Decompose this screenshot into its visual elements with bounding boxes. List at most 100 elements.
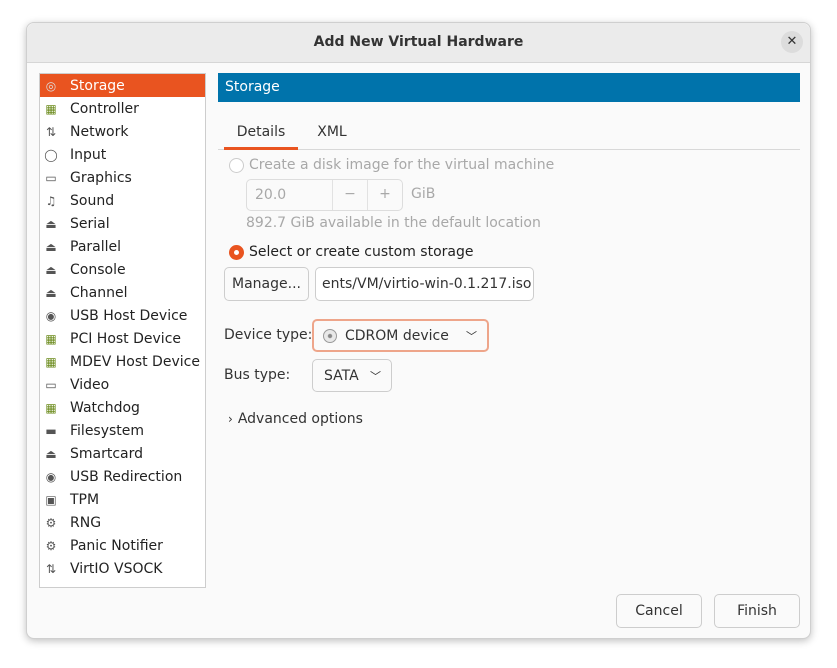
panel-header: Storage bbox=[218, 73, 800, 102]
port-icon: ⏏ bbox=[45, 239, 57, 254]
bus-type-dropdown[interactable]: SATA ﹀ bbox=[312, 359, 392, 392]
create-disk-label: Create a disk image for the virtual mach… bbox=[249, 157, 555, 173]
sidebar-item-usb-redirection[interactable]: ◉ USB Redirection bbox=[40, 465, 205, 488]
chevron-down-icon: ﹀ bbox=[370, 369, 381, 383]
advanced-options-label: Advanced options bbox=[237, 411, 363, 427]
sidebar-item-label: Serial bbox=[70, 215, 110, 232]
manage-button[interactable]: Manage... bbox=[224, 267, 309, 301]
sidebar-item-console[interactable]: ⏏ Console bbox=[40, 258, 205, 281]
sidebar-item-label: Panic Notifier bbox=[70, 537, 163, 554]
monitor-icon: ▭ bbox=[45, 377, 57, 392]
custom-storage-label: Select or create custom storage bbox=[249, 244, 474, 260]
dialog-title: Add New Virtual Hardware bbox=[313, 34, 524, 50]
port-icon: ⏏ bbox=[45, 446, 57, 461]
sidebar-item-sound[interactable]: ♫ Sound bbox=[40, 189, 205, 212]
title-bar: Add New Virtual Hardware ✕ bbox=[27, 23, 810, 63]
cancel-button[interactable]: Cancel bbox=[616, 594, 702, 628]
sidebar-item-label: Graphics bbox=[70, 169, 132, 186]
folder-icon: ▬ bbox=[45, 423, 57, 438]
card-icon: ▦ bbox=[45, 354, 57, 369]
cdrom-icon bbox=[323, 328, 337, 343]
sidebar-item-label: PCI Host Device bbox=[70, 330, 182, 347]
sidebar-item-label: Video bbox=[70, 376, 110, 393]
sidebar-item-label: RNG bbox=[70, 514, 102, 531]
sidebar-item-virtio-vsock[interactable]: ⇅ VirtIO VSOCK bbox=[40, 557, 205, 580]
card-icon: ▦ bbox=[45, 400, 57, 415]
sidebar-item-network[interactable]: ⇅ Network bbox=[40, 120, 205, 143]
disk-size-spinner[interactable]: 20.0 − + bbox=[246, 179, 403, 211]
monitor-icon: ▭ bbox=[45, 170, 57, 185]
sidebar-item-video[interactable]: ▭ Video bbox=[40, 373, 205, 396]
network-icon: ⇅ bbox=[45, 124, 57, 139]
sidebar-item-serial[interactable]: ⏏ Serial bbox=[40, 212, 205, 235]
sidebar-item-label: Parallel bbox=[70, 238, 122, 255]
device-type-label: Device type: bbox=[224, 327, 313, 343]
bus-type-label: Bus type: bbox=[224, 367, 291, 383]
chevron-right-icon: › bbox=[228, 412, 233, 426]
sidebar-item-label: Input bbox=[70, 146, 107, 163]
sidebar-item-usb-host-device[interactable]: ◉ USB Host Device bbox=[40, 304, 205, 327]
details-panel: Storage Details XML Create a disk image … bbox=[218, 73, 800, 588]
finish-button[interactable]: Finish bbox=[714, 594, 800, 628]
create-disk-radio[interactable] bbox=[229, 158, 244, 173]
disk-icon: ◎ bbox=[45, 78, 57, 93]
port-icon: ⏏ bbox=[45, 262, 57, 277]
sidebar-item-label: Smartcard bbox=[70, 445, 144, 462]
sidebar-item-label: Filesystem bbox=[70, 422, 145, 439]
sidebar-item-label: USB Redirection bbox=[70, 468, 183, 485]
sidebar-item-filesystem[interactable]: ▬ Filesystem bbox=[40, 419, 205, 442]
sidebar-item-storage[interactable]: ◎ Storage bbox=[40, 74, 205, 97]
sidebar-item-panic-notifier[interactable]: ⚙ Panic Notifier bbox=[40, 534, 205, 557]
sidebar-item-controller[interactable]: ▦ Controller bbox=[40, 97, 205, 120]
sidebar-item-label: Console bbox=[70, 261, 126, 278]
sidebar-item-rng[interactable]: ⚙ RNG bbox=[40, 511, 205, 534]
sidebar-item-label: Sound bbox=[70, 192, 115, 209]
sidebar-item-graphics[interactable]: ▭ Graphics bbox=[40, 166, 205, 189]
disk-size-input[interactable]: 20.0 bbox=[247, 180, 332, 210]
mouse-icon: ◯ bbox=[44, 147, 58, 162]
tab-xml[interactable]: XML bbox=[308, 121, 356, 150]
sidebar-item-label: TPM bbox=[70, 491, 100, 508]
music-icon: ♫ bbox=[45, 193, 57, 208]
dialog-window: Add New Virtual Hardware ✕ ◎ Storage ▦ Cont… bbox=[26, 22, 811, 639]
network-icon: ⇅ bbox=[45, 561, 57, 576]
sidebar-item-pci-host-device[interactable]: ▦ PCI Host Device bbox=[40, 327, 205, 350]
chevron-down-icon: ﹀ bbox=[466, 329, 477, 343]
sidebar-item-input[interactable]: ◯ Input bbox=[40, 143, 205, 166]
card-icon: ▦ bbox=[45, 101, 57, 116]
sidebar-item-channel[interactable]: ⏏ Channel bbox=[40, 281, 205, 304]
sidebar-item-mdev-host-device[interactable]: ▦ MDEV Host Device bbox=[40, 350, 205, 373]
sidebar-item-label: Controller bbox=[70, 100, 139, 117]
tab-details[interactable]: Details bbox=[224, 121, 298, 150]
advanced-options-expander[interactable]: › Advanced options bbox=[228, 411, 363, 427]
sidebar-item-label: VirtIO VSOCK bbox=[70, 560, 163, 577]
sidebar-item-tpm[interactable]: ▣ TPM bbox=[40, 488, 205, 511]
close-icon[interactable]: ✕ bbox=[781, 31, 803, 53]
port-icon: ⏏ bbox=[45, 216, 57, 231]
sidebar-item-watchdog[interactable]: ▦ Watchdog bbox=[40, 396, 205, 419]
gears-icon: ⚙ bbox=[45, 538, 57, 553]
tab-bar: Details XML bbox=[218, 121, 800, 150]
hardware-list: ◎ Storage ▦ Controller ⇅ Network ◯ Input ▭ Graphi… bbox=[39, 73, 206, 588]
port-icon: ⏏ bbox=[45, 285, 57, 300]
sidebar-item-label: USB Host Device bbox=[70, 307, 188, 324]
bus-type-value: SATA bbox=[324, 367, 359, 384]
sidebar-item-label: Channel bbox=[70, 284, 128, 301]
sidebar-item-label: Storage bbox=[70, 77, 125, 94]
sidebar-item-label: MDEV Host Device bbox=[70, 353, 200, 370]
device-type-value: CDROM device bbox=[345, 327, 449, 344]
storage-path-input[interactable]: ents/VM/virtio-win-0.1.217.iso bbox=[315, 267, 534, 301]
sidebar-item-label: Watchdog bbox=[70, 399, 140, 416]
chip-icon: ▣ bbox=[45, 492, 57, 507]
increment-button[interactable]: + bbox=[367, 180, 402, 210]
card-icon: ▦ bbox=[45, 331, 57, 346]
custom-storage-radio[interactable] bbox=[229, 245, 244, 260]
sidebar-item-smartcard[interactable]: ⏏ Smartcard bbox=[40, 442, 205, 465]
device-type-dropdown[interactable]: CDROM device ﹀ bbox=[312, 319, 489, 352]
decrement-button[interactable]: − bbox=[332, 180, 367, 210]
sidebar-item-label: Network bbox=[70, 123, 129, 140]
available-space: 892.7 GiB available in the default locat… bbox=[246, 215, 541, 231]
sidebar-item-parallel[interactable]: ⏏ Parallel bbox=[40, 235, 205, 258]
size-unit: GiB bbox=[411, 186, 436, 202]
gears-icon: ⚙ bbox=[45, 515, 57, 530]
